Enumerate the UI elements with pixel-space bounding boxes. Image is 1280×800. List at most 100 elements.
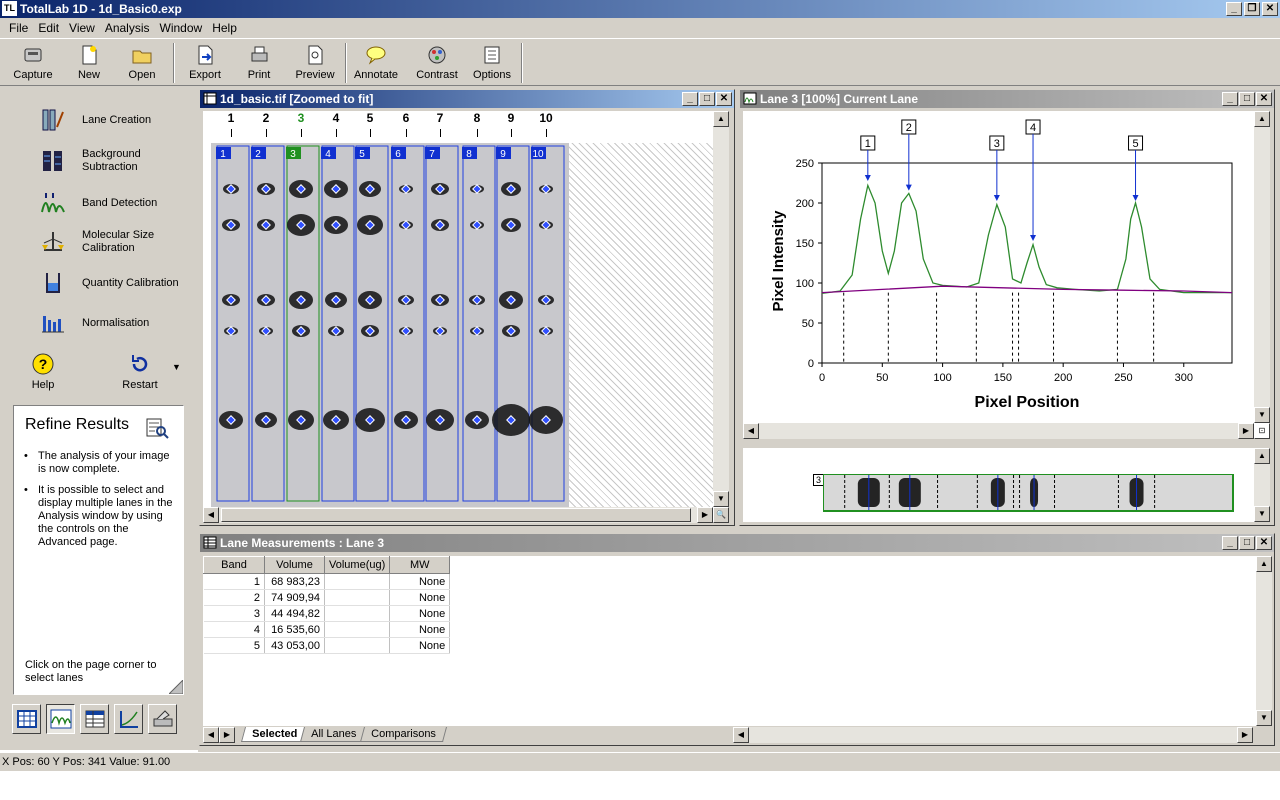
- minimize-button[interactable]: _: [1226, 2, 1242, 16]
- measurements-minimize-button[interactable]: _: [1222, 536, 1238, 550]
- tab-scroll-right-button[interactable]: ▶: [219, 727, 235, 743]
- menu-edit[interactable]: Edit: [33, 21, 64, 35]
- strip-vscroll[interactable]: ▲ ▼: [1254, 448, 1270, 522]
- lane-number[interactable]: 8: [469, 111, 485, 125]
- table-cell[interactable]: 4: [203, 621, 265, 638]
- profile-vscroll[interactable]: ▲ ▼: [1254, 111, 1270, 423]
- table-cell[interactable]: [324, 589, 391, 606]
- options-button[interactable]: Options: [464, 43, 520, 85]
- strip-scroll-down-button[interactable]: ▼: [1254, 506, 1270, 522]
- annotate-button[interactable]: Annotate: [348, 43, 404, 85]
- page-corner-icon[interactable]: [169, 680, 183, 694]
- table-cell[interactable]: [324, 637, 391, 654]
- profile-close-button[interactable]: ✕: [1256, 92, 1272, 106]
- table-cell[interactable]: 16 535,60: [264, 621, 325, 638]
- table-row[interactable]: 3 44 494,82 None: [203, 605, 451, 622]
- help-button[interactable]: ? Help: [28, 352, 58, 391]
- view-profile-button[interactable]: [46, 704, 75, 734]
- view-image-button[interactable]: [12, 704, 41, 734]
- table-cell[interactable]: None: [389, 637, 451, 654]
- lane-number[interactable]: 9: [503, 111, 519, 125]
- lane-number[interactable]: 4: [328, 111, 344, 125]
- table-row[interactable]: 5 43 053,00 None: [203, 637, 451, 654]
- column-header-volume[interactable]: Volume: [264, 556, 325, 574]
- export-button[interactable]: Export: [177, 43, 233, 85]
- restart-dropdown-icon[interactable]: ▼: [172, 362, 181, 372]
- table-cell[interactable]: None: [389, 589, 451, 606]
- table-cell[interactable]: None: [389, 573, 451, 590]
- app-icon[interactable]: TL: [2, 1, 17, 16]
- table-cell[interactable]: [324, 605, 391, 622]
- measurements-vscroll[interactable]: ▲ ▼: [1256, 556, 1272, 726]
- meas-scroll-down-button[interactable]: ▼: [1256, 710, 1272, 726]
- restart-button[interactable]: Restart: [120, 352, 160, 391]
- table-cell[interactable]: None: [389, 621, 451, 638]
- image-vscroll[interactable]: ▲ ▼: [713, 111, 729, 507]
- table-cell[interactable]: 44 494,82: [264, 605, 325, 622]
- meas-scroll-left-button[interactable]: ◀: [733, 727, 749, 743]
- tool-band-detection[interactable]: Band Detection: [40, 190, 198, 216]
- lane-number[interactable]: 1: [223, 111, 239, 125]
- lane-number[interactable]: 3: [293, 111, 309, 125]
- table-cell[interactable]: 5: [203, 637, 265, 654]
- profile-scroll-right-button[interactable]: ▶: [1238, 423, 1254, 439]
- tool-lane-creation[interactable]: Lane Creation: [40, 107, 198, 133]
- tool-background-subtraction[interactable]: Background Subtraction: [40, 148, 198, 174]
- table-cell[interactable]: 74 909,94: [264, 589, 325, 606]
- profile-scroll-up-button[interactable]: ▲: [1254, 111, 1270, 127]
- lane-number[interactable]: 7: [432, 111, 448, 125]
- lane-number[interactable]: 10: [538, 111, 554, 125]
- gel-image-viewport[interactable]: 1 2 3 4 5 6 7 8 9 10 1 2 3 4 5 6 7 8 9 10: [203, 111, 713, 507]
- image-maximize-button[interactable]: □: [699, 92, 715, 106]
- menu-analysis[interactable]: Analysis: [100, 21, 155, 35]
- scroll-right-button[interactable]: ▶: [697, 507, 713, 523]
- fit-icon[interactable]: ⊡: [1254, 423, 1270, 439]
- menu-file[interactable]: File: [4, 21, 33, 35]
- menu-view[interactable]: View: [64, 21, 100, 35]
- profile-chart-area[interactable]: Pixel Intensity Pixel Position 0 50 100 150…: [743, 111, 1254, 423]
- table-cell[interactable]: None: [389, 605, 451, 622]
- lane-number[interactable]: 6: [398, 111, 414, 125]
- tab-selected[interactable]: Selected: [240, 727, 309, 742]
- scroll-up-button[interactable]: ▲: [713, 111, 729, 127]
- view-calibration-button[interactable]: [114, 704, 143, 734]
- scroll-left-button[interactable]: ◀: [203, 507, 219, 523]
- scroll-down-button[interactable]: ▼: [713, 491, 729, 507]
- profile-scroll-down-button[interactable]: ▼: [1254, 407, 1270, 423]
- table-row[interactable]: 1 68 983,23 None: [203, 573, 451, 590]
- close-button[interactable]: ✕: [1262, 2, 1278, 16]
- open-button[interactable]: Open: [114, 43, 170, 85]
- measurements-close-button[interactable]: ✕: [1256, 536, 1272, 550]
- table-cell[interactable]: [324, 621, 391, 638]
- measurements-hscroll[interactable]: ◀ ▶: [733, 727, 1253, 743]
- print-button[interactable]: Print: [231, 43, 287, 85]
- capture-button[interactable]: Capture: [5, 43, 61, 85]
- image-close-button[interactable]: ✕: [716, 92, 732, 106]
- image-minimize-button[interactable]: _: [682, 92, 698, 106]
- contrast-button[interactable]: Contrast: [409, 43, 465, 85]
- profile-scroll-left-button[interactable]: ◀: [743, 423, 759, 439]
- measurements-maximize-button[interactable]: □: [1239, 536, 1255, 550]
- column-header-volume-ug[interactable]: Volume(ug): [323, 556, 391, 574]
- meas-scroll-right-button[interactable]: ▶: [1237, 727, 1253, 743]
- tool-normalisation[interactable]: Normalisation: [40, 310, 198, 336]
- lane-number[interactable]: 2: [258, 111, 274, 125]
- profile-maximize-button[interactable]: □: [1239, 92, 1255, 106]
- menu-help[interactable]: Help: [207, 21, 242, 35]
- new-button[interactable]: New: [61, 43, 117, 85]
- restore-button[interactable]: ❐: [1244, 2, 1260, 16]
- view-scanner-button[interactable]: [148, 704, 177, 734]
- table-cell[interactable]: 1: [203, 573, 265, 590]
- table-cell[interactable]: 43 053,00: [264, 637, 325, 654]
- zoom-icon[interactable]: 🔍: [713, 507, 729, 523]
- tab-scroll-left-button[interactable]: ◀: [203, 727, 219, 743]
- table-cell[interactable]: [324, 573, 391, 590]
- table-row[interactable]: 4 16 535,60 None: [203, 621, 451, 638]
- profile-minimize-button[interactable]: _: [1222, 92, 1238, 106]
- tool-molecular-size-calibration[interactable]: Molecular Size Calibration: [40, 229, 198, 255]
- table-cell[interactable]: 3: [203, 605, 265, 622]
- image-hscroll[interactable]: ◀ ▶: [203, 507, 713, 523]
- tool-quantity-calibration[interactable]: Quantity Calibration: [40, 270, 198, 296]
- view-table-button[interactable]: [80, 704, 109, 734]
- preview-button[interactable]: Preview: [287, 43, 343, 85]
